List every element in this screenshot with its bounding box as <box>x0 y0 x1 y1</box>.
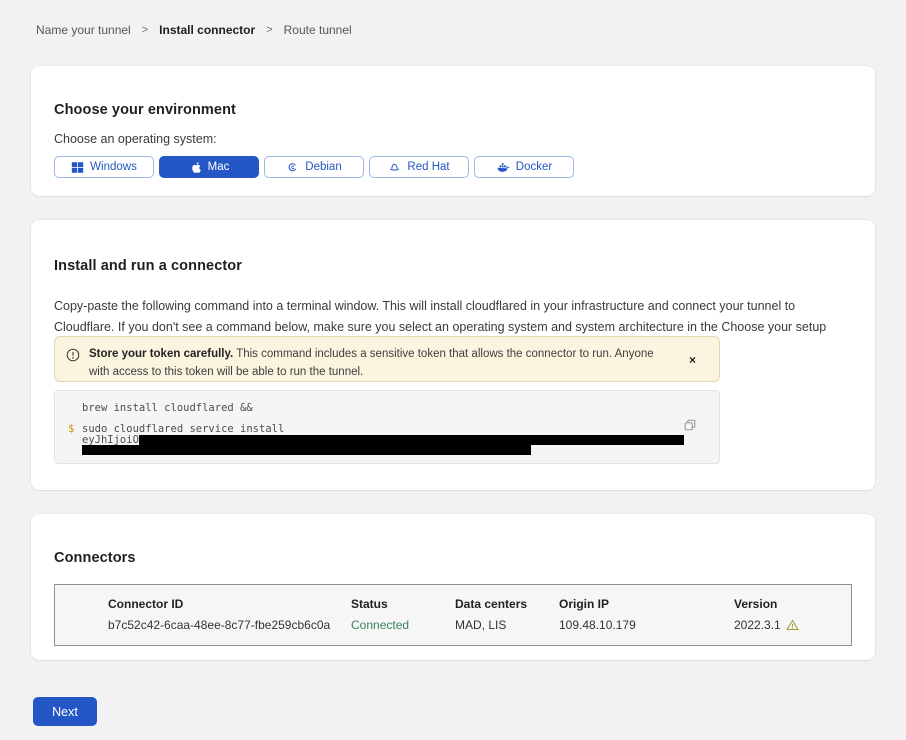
redhat-icon <box>388 161 401 174</box>
breadcrumb-route-tunnel[interactable]: Route tunnel <box>284 23 352 37</box>
debian-icon <box>286 161 299 174</box>
col-header-version: Version <box>734 597 851 611</box>
connectors-table-header: Connector ID Status Data centers Origin … <box>55 597 851 611</box>
os-button-label: Mac <box>208 161 230 173</box>
breadcrumb: Name your tunnel > Install connector > R… <box>36 23 352 37</box>
data-centers-cell: MAD, LIS <box>455 618 559 632</box>
breadcrumb-separator: > <box>266 24 272 36</box>
token-warning-banner: Store your token carefully. This command… <box>54 336 720 382</box>
status-badge: Connected <box>351 618 455 632</box>
copy-icon[interactable] <box>683 418 697 432</box>
os-select-label: Choose an operating system: <box>54 132 217 146</box>
install-connector-card: Install and run a connector Copy-paste t… <box>31 220 875 490</box>
shell-prompt: $ <box>68 423 74 435</box>
os-button-debian[interactable]: Debian <box>264 156 364 178</box>
version-cell: 2022.3.1 <box>734 618 851 632</box>
breadcrumb-name-your-tunnel[interactable]: Name your tunnel <box>36 23 131 37</box>
os-button-windows[interactable]: Windows <box>54 156 154 178</box>
os-button-mac[interactable]: Mac <box>159 156 259 178</box>
connectors-table: Connector ID Status Data centers Origin … <box>54 584 852 646</box>
docker-icon <box>496 161 510 174</box>
install-command-codeblock: $ brew install cloudflared && sudo cloud… <box>54 390 720 464</box>
os-button-group: Windows Mac Debian Red Hat <box>54 156 574 178</box>
os-button-label: Docker <box>516 161 552 173</box>
connector-id-cell: b7c52c42-6caa-48ee-8c77-fbe259cb6c0a <box>108 618 351 632</box>
table-row: b7c52c42-6caa-48ee-8c77-fbe259cb6c0a Con… <box>55 618 851 632</box>
environment-card: Choose your environment Choose an operat… <box>31 66 875 196</box>
connectors-title: Connectors <box>54 550 136 566</box>
col-header-connector-id: Connector ID <box>108 597 351 611</box>
os-button-label: Red Hat <box>407 161 449 173</box>
token-warning-title: Store your token carefully. <box>89 348 233 360</box>
origin-ip-cell: 109.48.10.179 <box>559 618 734 632</box>
token-redaction-bar <box>139 435 684 445</box>
token-warning-text: Store your token carefully. This command… <box>89 345 675 382</box>
version-value: 2022.3.1 <box>734 618 781 632</box>
col-header-status: Status <box>351 597 455 611</box>
os-button-label: Debian <box>305 161 341 173</box>
os-button-docker[interactable]: Docker <box>474 156 574 178</box>
warning-triangle-icon <box>786 619 799 631</box>
token-redaction-bar <box>82 445 531 455</box>
install-connector-title: Install and run a connector <box>54 258 242 274</box>
connectors-card: Connectors Connector ID Status Data cent… <box>31 514 875 660</box>
next-button[interactable]: Next <box>33 697 97 726</box>
breadcrumb-separator: > <box>142 24 148 36</box>
apple-icon <box>189 161 202 174</box>
close-icon[interactable]: × <box>689 354 696 366</box>
code-line-brew: brew install cloudflared && <box>82 402 253 414</box>
windows-icon <box>71 161 84 174</box>
breadcrumb-install-connector[interactable]: Install connector <box>159 23 255 37</box>
os-button-label: Windows <box>90 161 137 173</box>
col-header-data-centers: Data centers <box>455 597 559 611</box>
col-header-origin-ip: Origin IP <box>559 597 734 611</box>
environment-card-title: Choose your environment <box>54 102 236 118</box>
tunnel-setup-page: Name your tunnel > Install connector > R… <box>0 0 906 740</box>
alert-circle-icon <box>66 348 80 367</box>
os-button-redhat[interactable]: Red Hat <box>369 156 469 178</box>
